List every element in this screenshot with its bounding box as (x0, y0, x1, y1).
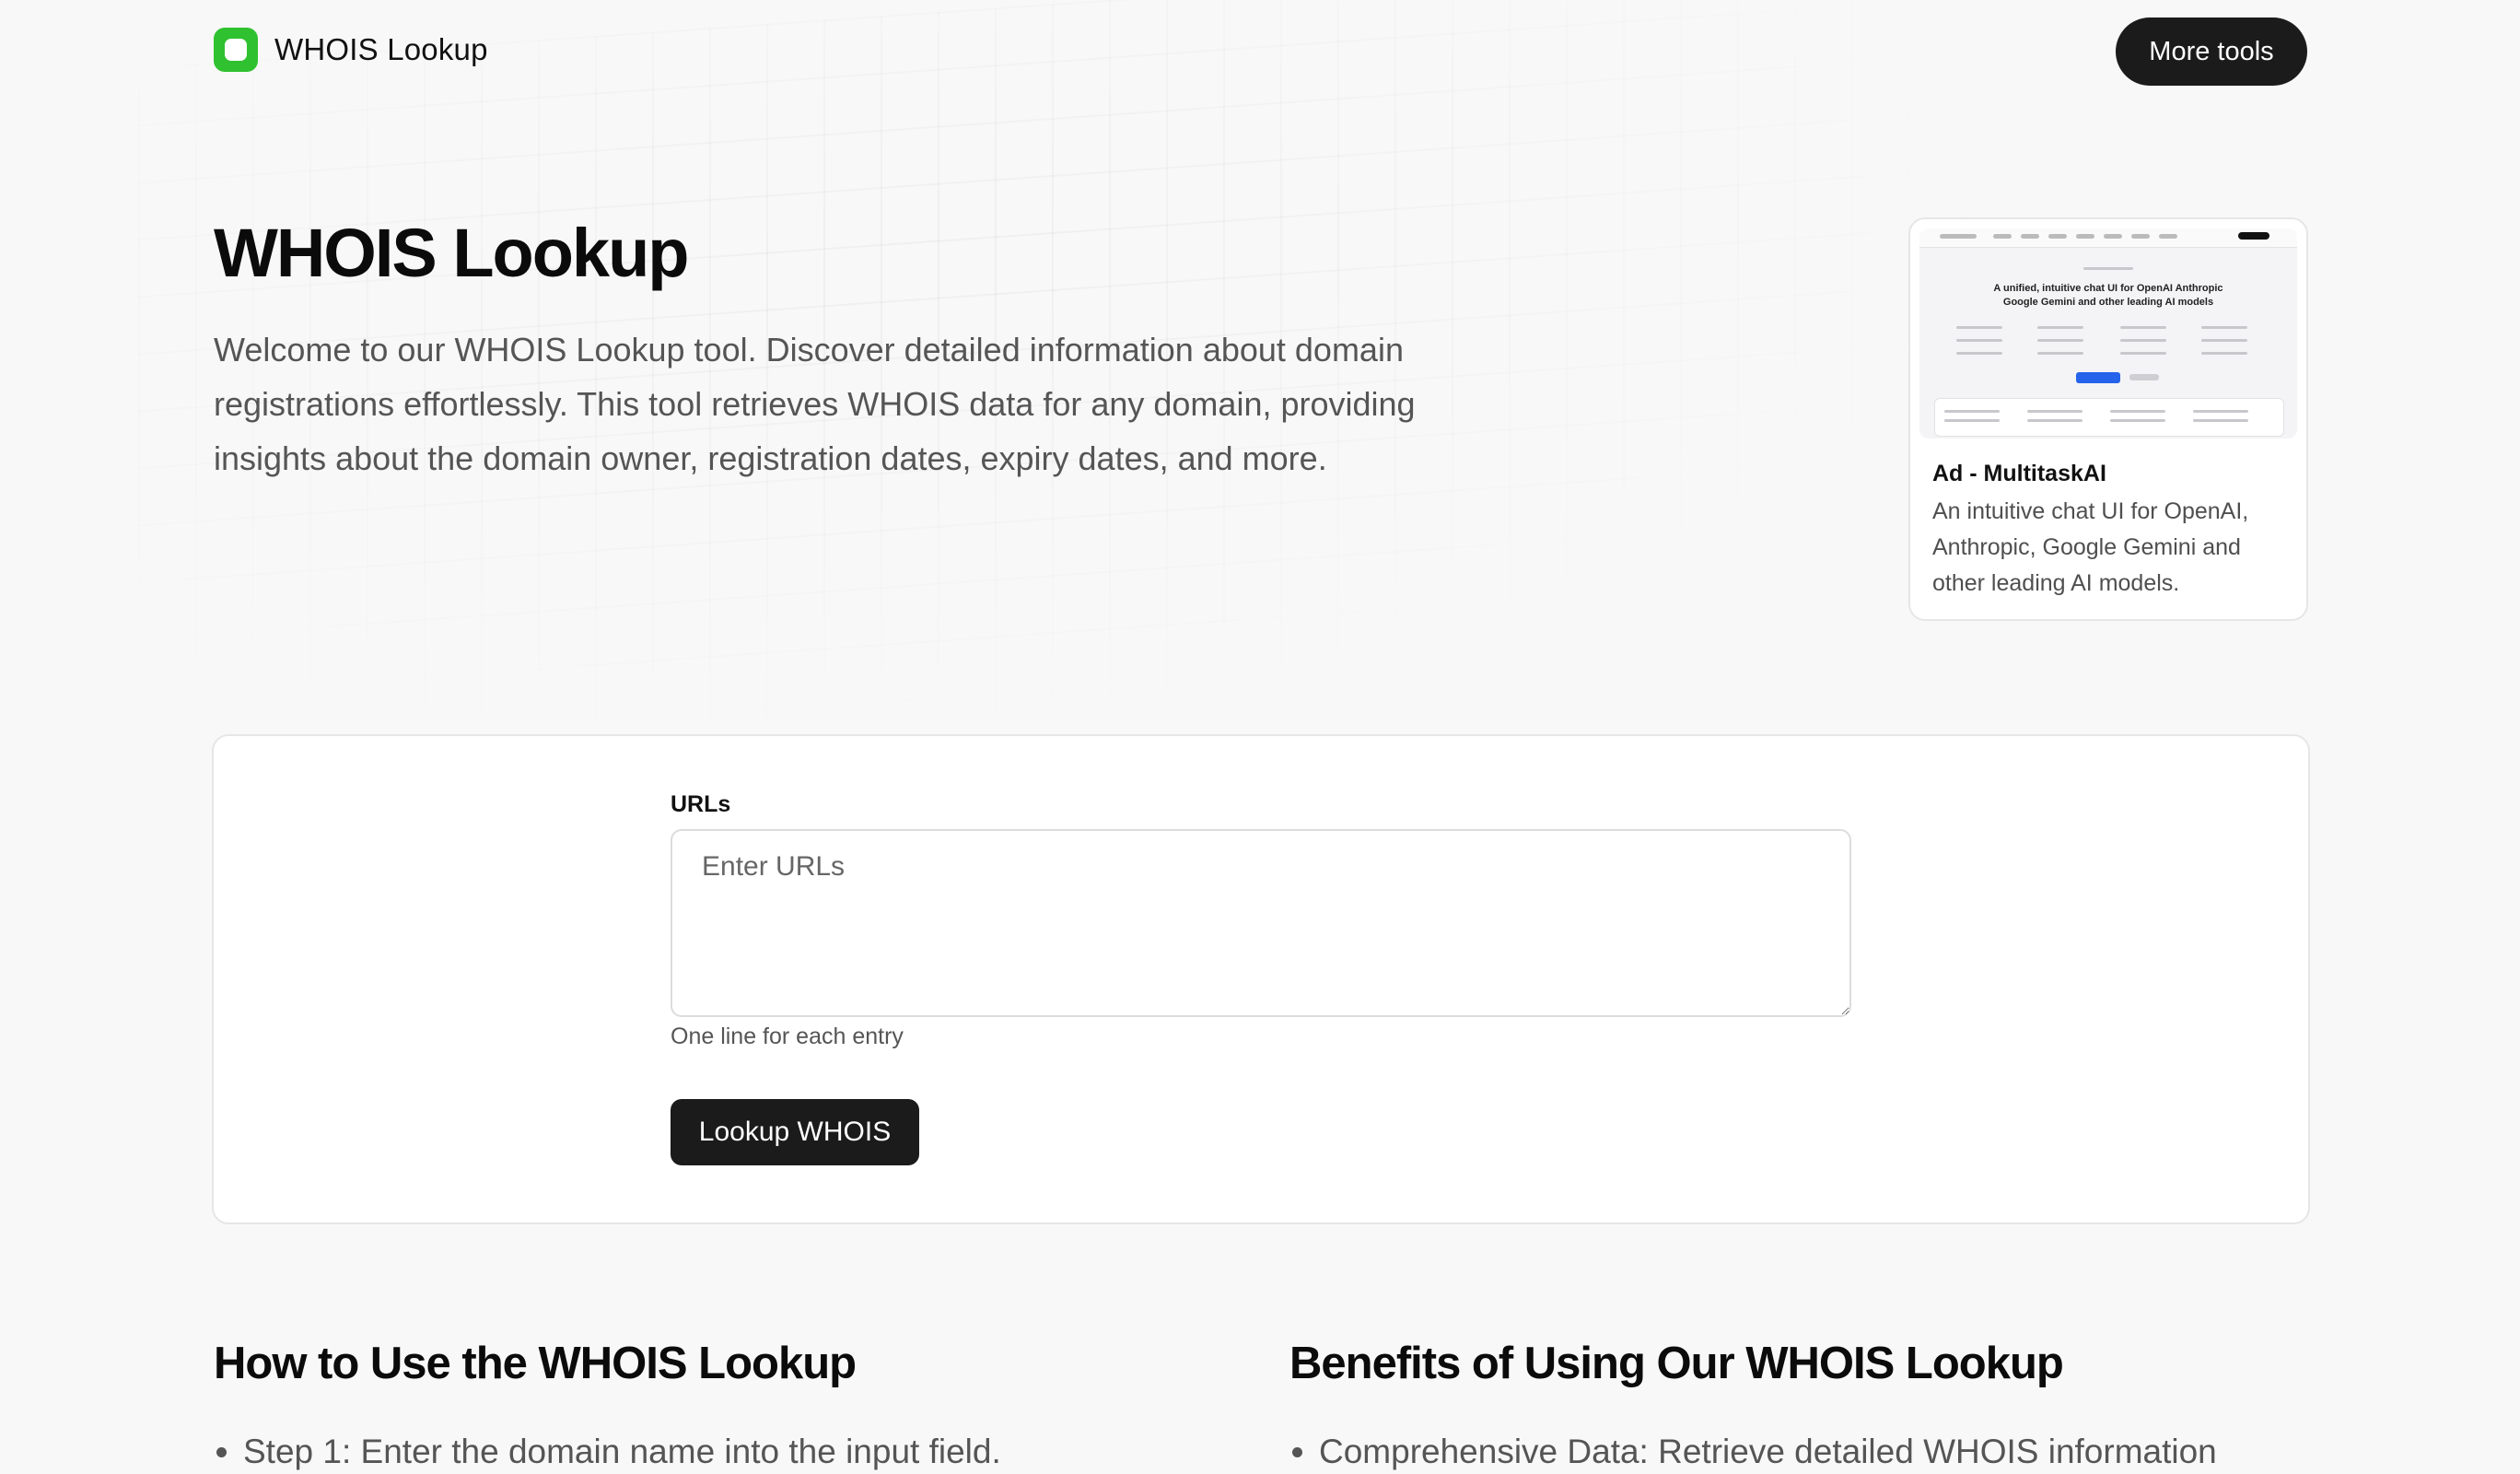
page-title: WHOIS Lookup (214, 215, 689, 291)
page: WHOIS Lookup More tools WHOIS Lookup Wel… (0, 0, 2520, 1474)
more-tools-button[interactable]: More tools (2116, 18, 2307, 86)
list-item: Comprehensive Data: Retrieve detailed WH… (1319, 1424, 2378, 1474)
ad-description: An intuitive chat UI for OpenAI, Anthrop… (1932, 498, 2249, 596)
list-item: Step 1: Enter the domain name into the i… (243, 1424, 1302, 1474)
how-to-title: How to Use the WHOIS Lookup (214, 1339, 857, 1388)
urls-label: URLs (671, 791, 731, 817)
benefits-title: Benefits of Using Our WHOIS Lookup (1289, 1339, 2064, 1388)
page-description: Welcome to our WHOIS Lookup tool. Discov… (214, 331, 1416, 477)
urls-help-text: One line for each entry (671, 1024, 904, 1049)
ad-preview-headline: A unified, intuitive chat UI for OpenAI … (1993, 283, 2223, 308)
brand-name: WHOIS Lookup (274, 32, 488, 66)
benefits-list: Comprehensive Data: Retrieve detailed WH… (1289, 1424, 2378, 1474)
ad-title: Ad - MultitaskAI (1932, 461, 2106, 486)
ad-card[interactable]: A unified, intuitive chat UI for OpenAI … (1908, 217, 2308, 621)
urls-input[interactable] (671, 829, 1851, 1017)
lookup-whois-button[interactable]: Lookup WHOIS (671, 1099, 919, 1165)
how-to-list: Step 1: Enter the domain name into the i… (214, 1424, 1302, 1474)
brand-logo-icon (214, 28, 258, 72)
brand-link[interactable]: WHOIS Lookup (214, 28, 488, 72)
ad-preview-image: A unified, intuitive chat UI for OpenAI … (1919, 228, 2297, 439)
lookup-form-card: URLs One line for each entry Lookup WHOI… (212, 734, 2310, 1224)
